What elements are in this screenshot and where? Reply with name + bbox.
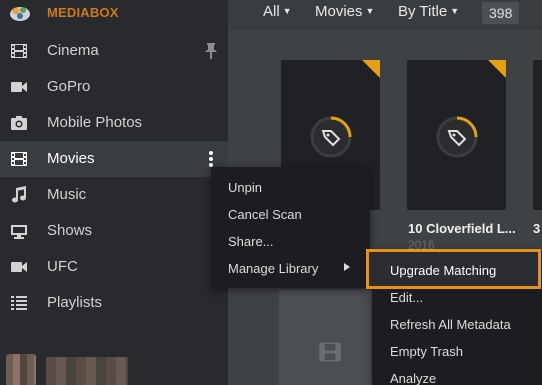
caret-down-icon: ▼ <box>282 6 292 16</box>
user-account[interactable] <box>0 350 228 385</box>
username-redacted <box>46 357 128 385</box>
caret-down-icon: ▼ <box>365 6 375 16</box>
music-note-icon <box>12 186 26 203</box>
sort-dropdown[interactable]: By Title ▼ <box>398 3 459 20</box>
menu-item-manage-library[interactable]: Manage Library <box>228 261 318 276</box>
video-camera-icon <box>11 262 27 272</box>
poster-title[interactable]: 10 Cloverfield L... <box>408 221 516 236</box>
poster-card-placeholder[interactable] <box>279 290 379 385</box>
library-context-menu: Unpin Cancel Scan Share... Manage Librar… <box>211 167 370 288</box>
library-toolbar: All ▼ Movies ▼ By Title ▼ 398 <box>228 0 542 30</box>
unwatched-corner <box>362 60 380 78</box>
list-icon <box>11 296 27 310</box>
sidebar-item-label: Cinema <box>47 42 99 59</box>
avatar <box>6 354 36 385</box>
menu-item-edit[interactable]: Edit... <box>390 290 423 305</box>
sidebar-item-label: Playlists <box>47 294 103 311</box>
type-label: Movies <box>315 3 363 20</box>
sidebar-item-music[interactable]: Music <box>0 177 228 213</box>
sidebar: MEDIABOX Cinema GoPro Mobile Photos Movi… <box>0 0 228 385</box>
sort-label: By Title <box>398 3 448 20</box>
type-dropdown[interactable]: Movies ▼ <box>315 3 374 20</box>
sidebar-item-cinema[interactable]: Cinema <box>0 33 228 69</box>
menu-item-analyze[interactable]: Analyze <box>390 371 436 385</box>
tag-icon <box>436 116 478 158</box>
menu-item-refresh-all-metadata[interactable]: Refresh All Metadata <box>390 317 511 332</box>
film-icon <box>11 152 27 166</box>
logo-icon <box>10 7 30 21</box>
menu-item-upgrade-matching-highlight[interactable]: Upgrade Matching <box>366 249 541 289</box>
sidebar-item-label: UFC <box>47 258 78 275</box>
sidebar-item-label: Movies <box>47 150 95 167</box>
video-camera-icon <box>11 82 27 92</box>
camera-icon <box>11 116 27 130</box>
sidebar-item-label: Shows <box>47 222 93 239</box>
poster-title[interactable]: 3 <box>533 221 540 236</box>
app-title: MEDIABOX <box>47 5 119 20</box>
sidebar-item-label: Mobile Photos <box>47 114 143 131</box>
item-count-badge: 398 <box>482 2 520 24</box>
pin-icon[interactable] <box>204 42 218 60</box>
unwatched-corner <box>488 60 506 78</box>
film-icon <box>11 44 27 58</box>
poster-card[interactable] <box>533 60 542 210</box>
sidebar-item-movies[interactable]: Movies <box>0 141 228 177</box>
menu-item-upgrade-matching[interactable]: Upgrade Matching <box>390 263 496 278</box>
app-window: MEDIABOX Cinema GoPro Mobile Photos Movi… <box>0 0 542 385</box>
menu-item-share[interactable]: Share... <box>228 234 274 249</box>
tv-icon <box>11 225 27 239</box>
menu-item-unpin[interactable]: Unpin <box>228 180 262 195</box>
filter-all-dropdown[interactable]: All ▼ <box>263 3 292 20</box>
tag-icon <box>310 116 352 158</box>
sidebar-item-label: Music <box>47 186 87 203</box>
brand[interactable]: MEDIABOX <box>0 0 228 30</box>
filter-all-label: All <box>263 3 280 20</box>
film-icon <box>319 342 341 362</box>
sidebar-item-label: GoPro <box>47 78 91 95</box>
caret-down-icon: ▼ <box>450 6 460 16</box>
sidebar-item-mobile-photos[interactable]: Mobile Photos <box>0 105 228 141</box>
sidebar-item-ufc[interactable]: UFC <box>0 249 228 285</box>
sidebar-item-shows[interactable]: Shows <box>0 213 228 249</box>
menu-item-cancel-scan[interactable]: Cancel Scan <box>228 207 302 222</box>
sidebar-item-playlists[interactable]: Playlists <box>0 285 228 321</box>
menu-item-empty-trash[interactable]: Empty Trash <box>390 344 463 359</box>
sidebar-item-gopro[interactable]: GoPro <box>0 69 228 105</box>
chevron-right-icon <box>344 263 350 271</box>
poster-card[interactable] <box>407 60 506 210</box>
